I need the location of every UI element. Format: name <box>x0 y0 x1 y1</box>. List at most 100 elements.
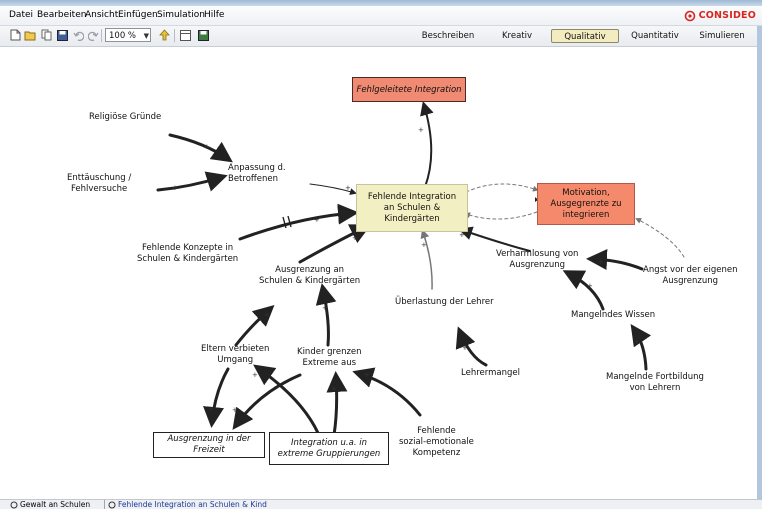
node-label-line: Ausgrenzung in der <box>167 434 251 444</box>
node-label: Fehlende Integration an Schulen & Kinder… <box>368 192 456 225</box>
svg-text:+: + <box>264 311 270 319</box>
node-mangelnde-fortbildung[interactable]: Mangelnde Fortbildung von Lehrern <box>606 372 704 394</box>
edge-ausgrenzung-main <box>298 224 372 264</box>
menu-simulation[interactable]: Simulation <box>157 10 205 20</box>
menu-datei[interactable]: Datei <box>9 10 33 20</box>
loop-icon <box>10 501 18 508</box>
svg-text:+: + <box>208 405 214 413</box>
node-fehlende-integration[interactable]: Fehlende Integration an Schulen & Kinder… <box>356 184 468 232</box>
svg-text:+: + <box>232 406 238 414</box>
menu-einfuegen[interactable]: Einfügen <box>118 10 158 20</box>
node-label-line: Ausgrenzung <box>662 276 719 286</box>
node-label-line: Extreme aus <box>302 358 357 368</box>
node-motivation[interactable]: Motivation, Ausgegrenzte zu integrieren <box>537 183 635 225</box>
consideo-logo: CONSIDEO <box>684 8 756 23</box>
node-enttaeuschung[interactable]: Enttäuschung / Fehlversuche <box>67 173 131 195</box>
svg-text:+: + <box>462 344 468 352</box>
edge-main-motivation-top <box>465 183 539 193</box>
node-label-line: Eltern verbieten <box>201 344 270 354</box>
svg-text:+: + <box>252 371 258 379</box>
node-label: Ausgrenzung in der Freizeit <box>167 434 250 456</box>
node-label-line: an Schulen & <box>383 202 441 213</box>
export-icon[interactable] <box>196 28 210 42</box>
zoom-select[interactable]: 100 % ▼ <box>105 28 151 42</box>
edge-fortbildung-wissen <box>630 324 652 371</box>
node-anpassung[interactable]: Anpassung d. Betroffenen <box>228 163 286 185</box>
node-label-line: Betroffenen <box>228 174 278 184</box>
edge-religioese-anpassung <box>168 133 233 163</box>
copy-icon[interactable] <box>39 28 53 42</box>
node-label-line: extreme Gruppierungen <box>277 448 381 459</box>
menu-bearbeiten[interactable]: Bearbeiten <box>37 10 86 20</box>
new-file-icon[interactable] <box>8 28 22 42</box>
svg-text:+: + <box>322 304 328 312</box>
node-label-line: Schulen & Kindergärten <box>137 254 239 264</box>
node-label-line: integrieren <box>562 209 610 220</box>
open-folder-icon[interactable] <box>23 28 37 42</box>
edge-enttaeuschung-anpassung <box>156 171 228 192</box>
node-mangelndes-wissen[interactable]: Mangelndes Wissen <box>571 310 655 321</box>
node-label-line: Umgang <box>217 355 254 365</box>
svg-text:+: + <box>587 282 593 290</box>
svg-text:+: + <box>204 143 210 151</box>
node-kinder-grenzen[interactable]: Kinder grenzen Extreme aus <box>297 347 362 369</box>
mode-qualitativ[interactable]: Qualitativ <box>551 29 619 43</box>
window-right-border <box>757 26 762 499</box>
node-label-line: Integration u.a. in <box>290 437 367 448</box>
node-label-line: Verharmlosung von <box>496 249 579 259</box>
menu-ansicht[interactable]: Ansicht <box>85 10 118 20</box>
node-label-line: Fehlende <box>417 426 456 436</box>
svg-text:+: + <box>421 241 427 249</box>
mode-beschreiben[interactable]: Beschreiben <box>416 29 480 43</box>
node-religioese-gruende[interactable]: Religiöse Gründe <box>89 112 161 123</box>
node-fehlende-kompetenz[interactable]: Fehlende sozial-emotionale Kompetenz <box>399 426 474 459</box>
node-fehlende-konzepte[interactable]: Fehlende Konzepte in Schulen & Kindergär… <box>137 243 238 265</box>
zoom-value: 100 % <box>109 31 137 41</box>
node-eltern-verbieten[interactable]: Eltern verbieten Umgang <box>201 344 269 366</box>
node-integration-gruppierungen[interactable]: Integration u.a. in extreme Gruppierunge… <box>269 432 389 465</box>
diagram-canvas[interactable]: + + + + + + + + + + + + + + + + + + + Fe… <box>0 47 762 499</box>
svg-text:+: + <box>314 216 320 224</box>
node-label-line: sozial-emotionale <box>399 437 474 447</box>
svg-text:+: + <box>364 371 370 379</box>
edge-wissen-verharmlosung <box>562 270 605 311</box>
node-angst[interactable]: Angst vor der eigenen Ausgrenzung <box>643 265 738 287</box>
menu-hilfe[interactable]: Hilfe <box>204 10 224 20</box>
window-layout-icon[interactable] <box>178 28 192 42</box>
mode-simulieren[interactable]: Simulieren <box>694 29 750 43</box>
node-label: Integration u.a. in extreme Gruppierunge… <box>278 438 381 460</box>
node-label-line: von Lehrern <box>629 383 681 393</box>
node-label-line: Ausgrenzung <box>509 260 566 270</box>
node-ueberlastung[interactable]: Überlastung der Lehrer <box>395 297 494 308</box>
redo-icon[interactable] <box>86 28 100 42</box>
node-label-line: Fehlende Konzepte in <box>142 243 234 253</box>
svg-text:+: + <box>352 234 358 242</box>
node-label-line: Angst vor der eigenen <box>643 265 738 275</box>
mode-kreativ[interactable]: Kreativ <box>492 29 542 43</box>
node-label-line: Freizeit <box>193 445 225 455</box>
undo-icon[interactable] <box>71 28 85 42</box>
node-label-line: Anpassung d. <box>228 163 286 173</box>
edge-integration-kinder <box>253 364 320 435</box>
node-label-line: Fehlversuche <box>70 184 128 194</box>
edge-kinder-freizeit <box>232 373 302 430</box>
node-label-line: Enttäuschung / <box>67 173 132 183</box>
arrow-up-icon[interactable] <box>157 28 171 42</box>
node-label-line: Fehlende Integration <box>367 191 457 202</box>
menu-bar: Datei Bearbeiten Ansicht Einfügen Simula… <box>0 6 762 26</box>
node-label: Motivation, Ausgegrenzte zu integrieren <box>550 188 621 221</box>
node-ausgrenzung-schulen[interactable]: Ausgrenzung an Schulen & Kindergärten <box>259 265 360 287</box>
edge-motivation-main-bottom <box>464 211 538 220</box>
logo-icon <box>684 10 695 21</box>
node-verharmlosung[interactable]: Verharmlosung von Ausgrenzung <box>496 249 578 271</box>
node-fehlgeleitete-integration[interactable]: Fehlgeleitete Integration <box>352 77 466 102</box>
edge-verharmlosung-main <box>458 226 531 252</box>
node-label-line: Motivation, <box>562 187 610 198</box>
svg-text:+: + <box>331 385 337 393</box>
toolbar: 100 % ▼ Beschreiben Kreativ Qualitativ Q… <box>0 26 762 47</box>
save-icon[interactable] <box>55 28 69 42</box>
mode-quantitativ[interactable]: Quantitativ <box>626 29 684 43</box>
node-ausgrenzung-freizeit[interactable]: Ausgrenzung in der Freizeit <box>153 432 265 458</box>
node-label-line: Mangelnde Fortbildung <box>606 372 704 382</box>
node-lehrermangel[interactable]: Lehrermangel <box>461 368 520 379</box>
